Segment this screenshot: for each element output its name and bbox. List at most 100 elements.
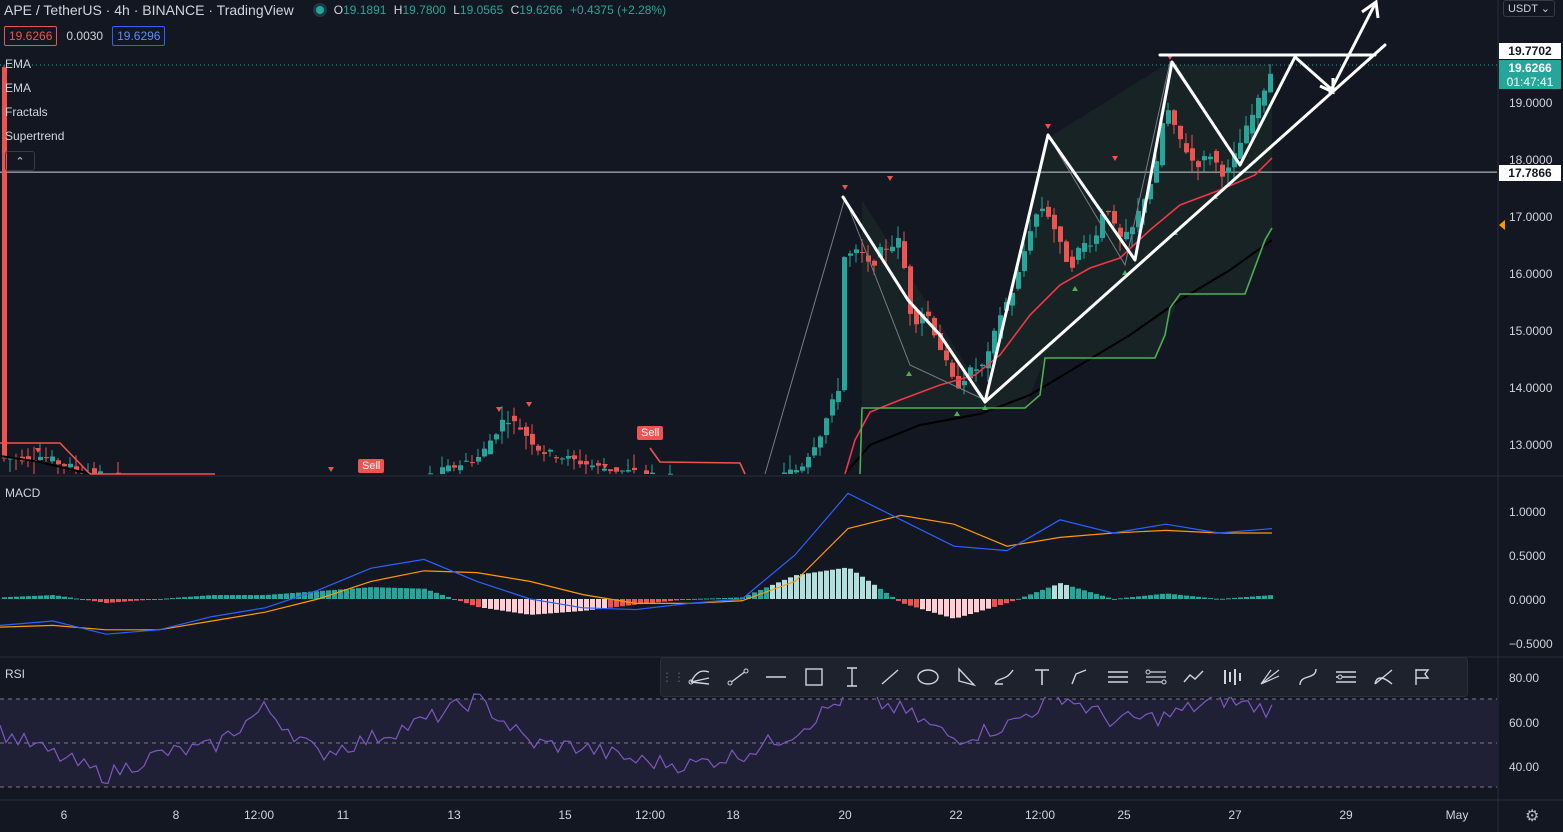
macd-histogram-bar	[380, 587, 385, 599]
sell-price-button[interactable]: 19.6266	[4, 26, 58, 46]
macd-histogram-bar	[560, 599, 565, 613]
curve-icon[interactable]	[1289, 660, 1327, 694]
spread-value: 0.0030	[66, 29, 104, 43]
candle-body	[812, 447, 817, 456]
horizontal-line-icon[interactable]	[757, 660, 795, 694]
candle-body	[1040, 208, 1045, 212]
collapse-indicators-button[interactable]: ⌃	[5, 151, 35, 171]
candle-body	[1046, 206, 1051, 217]
chevron-down-icon: ⌄	[1540, 3, 1550, 15]
macd-histogram-bar	[44, 595, 49, 599]
macd-histogram-bar	[152, 599, 157, 600]
ray-icon[interactable]	[871, 660, 909, 694]
fractal-down-marker	[887, 176, 893, 181]
parallel-channel-icon[interactable]	[1099, 660, 1137, 694]
drawing-toolbar: ⋮⋮	[660, 657, 1468, 697]
indicator-supertrend[interactable]: Supertrend	[5, 129, 64, 143]
candle-body	[1250, 114, 1255, 134]
macd-histogram-bar	[452, 599, 457, 600]
macd-histogram-bar	[674, 599, 679, 601]
macd-histogram-bar	[176, 597, 181, 599]
macd-histogram-bar	[656, 599, 661, 603]
candle-body	[1184, 143, 1189, 153]
macd-histogram-bar	[1052, 585, 1057, 599]
macd-histogram-bar	[1214, 598, 1219, 600]
macd-histogram-bar	[860, 576, 865, 599]
grip-icon[interactable]: ⋮⋮	[661, 670, 685, 684]
brush-icon[interactable]	[985, 660, 1023, 694]
macd-histogram-bar	[884, 592, 889, 599]
macd-histogram-bar	[416, 588, 421, 599]
fractal-down-marker	[526, 402, 532, 407]
rsi-pane	[0, 687, 1497, 788]
regression-icon[interactable]	[1327, 660, 1365, 694]
macd-histogram-bar	[1262, 595, 1267, 599]
macd-histogram-bar	[1148, 595, 1153, 599]
gear-icon[interactable]: ⚙	[1525, 806, 1539, 826]
text-icon[interactable]	[1023, 660, 1061, 694]
candle-body	[500, 419, 505, 432]
ellipse-icon[interactable]	[909, 660, 947, 694]
macd-histogram-bar	[368, 587, 373, 599]
macd-histogram-bar	[20, 596, 25, 599]
macd-histogram-bar	[866, 580, 871, 599]
arc-icon[interactable]	[1365, 660, 1403, 694]
rectangle-icon[interactable]	[795, 660, 833, 694]
trendline-icon[interactable]	[719, 660, 757, 694]
candle-body	[68, 463, 73, 468]
time-tick: 8	[172, 808, 180, 822]
flag-icon[interactable]	[1403, 660, 1441, 694]
macd-label[interactable]: MACD	[5, 486, 40, 500]
candle-body	[440, 467, 445, 474]
macd-histogram-bar	[398, 587, 403, 599]
indicator-fractals[interactable]: Fractals	[5, 105, 48, 119]
macd-histogram-bar	[596, 599, 601, 610]
macd-histogram-bar	[146, 599, 151, 600]
indicator-ema-1[interactable]: EMA	[5, 57, 31, 71]
macd-histogram-bar	[1040, 589, 1045, 599]
horizontal-line-price-tag: 17.7866	[1499, 165, 1561, 181]
candle-body	[494, 434, 499, 440]
macd-histogram-bar	[518, 599, 523, 614]
macd-tick: −0.5000	[1509, 637, 1553, 651]
polyline-icon[interactable]	[1175, 660, 1213, 694]
time-tick: 13	[447, 808, 461, 822]
macd-histogram-bar	[500, 599, 505, 611]
fib-retracement-icon[interactable]	[1137, 660, 1175, 694]
macd-histogram-bar	[704, 598, 709, 600]
time-tick: 11	[336, 808, 350, 822]
candle-body	[476, 456, 481, 462]
candle-body	[92, 468, 97, 474]
rsi-label[interactable]: RSI	[5, 667, 25, 681]
fractal-down-marker	[1045, 124, 1051, 129]
chart-canvas[interactable]	[0, 0, 1563, 832]
macd-histogram-bar	[1238, 597, 1243, 599]
macd-histogram-bar	[854, 572, 859, 599]
macd-histogram-bar	[476, 599, 481, 608]
macd-histogram-bar	[206, 595, 211, 599]
triangle-icon[interactable]	[947, 660, 985, 694]
currency-selector[interactable]: USDT ⌄	[1502, 0, 1555, 17]
macd-line	[0, 492, 1273, 635]
candle-body	[860, 251, 865, 253]
candle-body	[1034, 214, 1039, 227]
macd-histogram-bar	[1016, 598, 1021, 600]
symbol-title[interactable]: APE / TetherUS · 4h · BINANCE · TradingV…	[0, 2, 294, 18]
macd-histogram-bar	[980, 599, 985, 611]
supertrend-area	[862, 65, 1272, 408]
pitchfork-icon[interactable]	[681, 660, 719, 694]
candle-body	[782, 472, 787, 474]
indicator-ema-2[interactable]: EMA	[5, 81, 31, 95]
candle-body	[44, 457, 49, 459]
macd-histogram-bar	[818, 571, 823, 599]
long-position-icon[interactable]	[1213, 660, 1251, 694]
buy-price-button[interactable]: 19.6296	[112, 26, 166, 46]
candle-body	[452, 465, 457, 468]
gann-fan-icon[interactable]	[1251, 660, 1289, 694]
candle-body	[512, 415, 517, 422]
macd-histogram-bar	[788, 577, 793, 599]
macd-histogram-bar	[1226, 598, 1231, 600]
macd-histogram-bar	[482, 599, 487, 608]
path-icon[interactable]	[1061, 660, 1099, 694]
vertical-line-icon[interactable]	[833, 660, 871, 694]
